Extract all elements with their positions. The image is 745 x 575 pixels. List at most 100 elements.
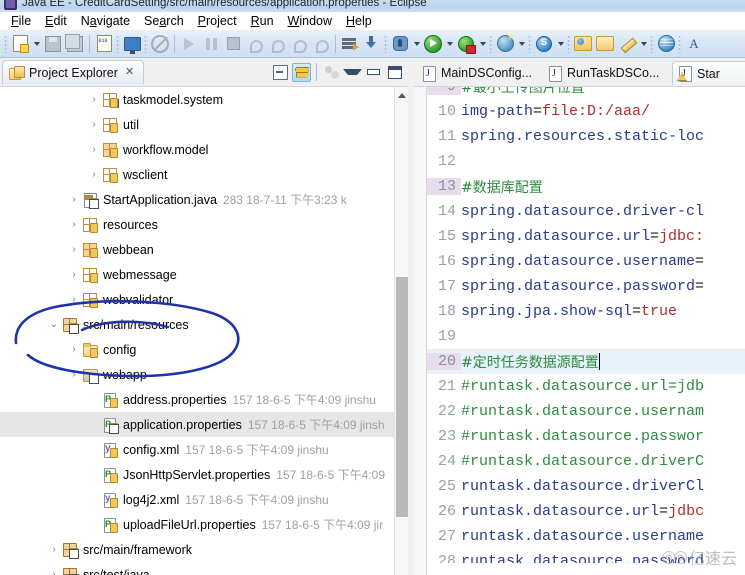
editor-tab[interactable]: MainDSConfig...	[416, 61, 540, 85]
display-selected-button[interactable]	[339, 33, 361, 55]
chevron-right-icon[interactable]	[86, 495, 102, 505]
tree-row[interactable]: › StartApplication.java 283 18-7-11 下午3:23…	[0, 187, 394, 212]
code-line[interactable]: 15 spring.datasource.url=jdbc:	[427, 224, 745, 249]
font-button[interactable]: A	[683, 33, 705, 55]
step-out-button[interactable]	[310, 33, 332, 55]
code-line[interactable]: 10 img-path=file:D:/aaa/	[427, 99, 745, 124]
terminate-button[interactable]	[222, 33, 244, 55]
editor-text-area[interactable]: 9 #最小上传图片位置 10 img-path=file:D:/aaa/11 sprin…	[427, 87, 745, 563]
chevron-right-icon[interactable]: ›	[66, 269, 82, 280]
tree-row[interactable]: › webapp	[0, 362, 394, 387]
code-line[interactable]: 13 #数据库配置	[427, 174, 745, 199]
collapse-all-button[interactable]	[271, 63, 290, 82]
open-console-button[interactable]	[121, 33, 143, 55]
chevron-down-icon[interactable]: ⌄	[46, 319, 62, 330]
save-button[interactable]	[42, 33, 64, 55]
code-line[interactable]: 26 runtask.datasource.url=jdbc	[427, 499, 745, 524]
new-server-dropdown[interactable]	[516, 33, 527, 55]
chevron-right-icon[interactable]: ›	[46, 544, 62, 555]
toolbar-drag-handle-4[interactable]	[384, 34, 388, 53]
run-external-button[interactable]	[455, 33, 477, 55]
chevron-right-icon[interactable]: ›	[66, 244, 82, 255]
editor-marker-ruler[interactable]	[414, 87, 427, 575]
toolbar-drag-handle-6[interactable]	[528, 34, 532, 53]
code-line[interactable]: 18 spring.jpa.show-sql=true	[427, 299, 745, 324]
chevron-right-icon[interactable]: ›	[46, 569, 62, 575]
code-line[interactable]: 12	[427, 149, 745, 174]
tree-row[interactable]: › wsclient	[0, 162, 394, 187]
toolbar-drag-handle-2[interactable]	[116, 34, 120, 53]
close-icon[interactable]: ✕	[125, 67, 134, 78]
save-all-button[interactable]	[64, 33, 86, 55]
tree-row[interactable]: › workflow.model	[0, 137, 394, 162]
minimize-button[interactable]	[364, 63, 383, 82]
chevron-right-icon[interactable]: ›	[86, 119, 102, 130]
project-explorer-scrollbar[interactable]	[394, 87, 408, 575]
annotation-button[interactable]	[616, 33, 638, 55]
menu-navigate[interactable]: Navigate	[74, 13, 137, 29]
editor-body[interactable]: 9 #最小上传图片位置 10 img-path=file:D:/aaa/11 sprin…	[414, 86, 745, 575]
tree-row[interactable]: › util	[0, 112, 394, 137]
new-wizard-dropdown[interactable]	[31, 33, 42, 55]
annotation-dropdown[interactable]	[638, 33, 649, 55]
link-with-editor-button[interactable]	[292, 62, 311, 82]
new-server-button[interactable]	[494, 33, 516, 55]
toolbar-drag-handle-7[interactable]	[567, 34, 571, 53]
tree-row[interactable]: JsonHttpServlet.properties 157 18-6-5 下午4…	[0, 462, 394, 487]
chevron-right-icon[interactable]: ›	[86, 144, 102, 155]
menu-search[interactable]: Search	[137, 13, 191, 29]
editor-tab[interactable]: Star	[672, 61, 745, 85]
view-menu-button[interactable]	[343, 63, 362, 82]
code-line[interactable]: 20 #定时任务数据源配置	[427, 349, 745, 374]
menu-window[interactable]: Window	[281, 13, 339, 29]
tree-row[interactable]: › src/test/java	[0, 562, 394, 575]
toolbar-drag-handle-8[interactable]	[650, 34, 654, 53]
menu-file[interactable]: File	[4, 13, 38, 29]
debug-dropdown[interactable]	[411, 33, 422, 55]
resume-button[interactable]	[178, 33, 200, 55]
tree-row[interactable]: › webmessage	[0, 262, 394, 287]
download-sources-button[interactable]	[361, 33, 383, 55]
tree-row[interactable]: ⌄ src/main/resources	[0, 312, 394, 337]
open-resource-button[interactable]	[594, 33, 616, 55]
code-line[interactable]: 25 runtask.datasource.driverCl	[427, 474, 745, 499]
chevron-right-icon[interactable]: ›	[66, 369, 82, 380]
chevron-right-icon[interactable]	[86, 420, 102, 430]
run-external-dropdown[interactable]	[477, 33, 488, 55]
step-return-button[interactable]	[288, 33, 310, 55]
code-line[interactable]: 19	[427, 324, 745, 349]
tab-project-explorer[interactable]: Project Explorer ✕	[2, 60, 145, 84]
tree-row[interactable]: config.xml 157 18-6-5 下午4:09 jinshu	[0, 437, 394, 462]
code-line[interactable]: 24 #runtask.datasource.driverC	[427, 449, 745, 474]
code-line[interactable]: 9 #最小上传图片位置	[427, 87, 745, 99]
chevron-right-icon[interactable]	[86, 395, 102, 405]
chevron-right-icon[interactable]: ›	[86, 94, 102, 105]
chevron-right-icon[interactable]: ›	[86, 169, 102, 180]
chevron-right-icon[interactable]	[86, 445, 102, 455]
suspend-button[interactable]	[200, 33, 222, 55]
chevron-right-icon[interactable]	[86, 470, 102, 480]
tree-row[interactable]: address.properties 157 18-6-5 下午4:09 jins…	[0, 387, 394, 412]
step-over-button[interactable]	[266, 33, 288, 55]
search-s-button[interactable]	[533, 33, 555, 55]
chevron-right-icon[interactable]	[86, 520, 102, 530]
search-s-dropdown[interactable]	[555, 33, 566, 55]
chevron-right-icon[interactable]: ›	[66, 344, 82, 355]
toolbar-drag-handle-3[interactable]	[144, 34, 148, 53]
code-line[interactable]: 21 #runtask.datasource.url=jdb	[427, 374, 745, 399]
chevron-right-icon[interactable]: ›	[66, 219, 82, 230]
maximize-button[interactable]	[385, 63, 404, 82]
open-binary-button[interactable]	[93, 31, 115, 55]
menu-project[interactable]: Project	[191, 13, 244, 29]
debug-button[interactable]	[389, 33, 411, 55]
code-line[interactable]: 27 runtask.datasource.username	[427, 524, 745, 549]
menu-edit[interactable]: Edit	[38, 13, 74, 29]
editor-tab[interactable]: RunTaskDSCo...	[542, 61, 670, 85]
toolbar-drag-handle-9[interactable]	[678, 34, 682, 53]
code-line[interactable]: 17 spring.datasource.password=	[427, 274, 745, 299]
chevron-right-icon[interactable]: ›	[66, 294, 82, 305]
skip-breakpoints-button[interactable]	[149, 33, 171, 55]
tree-row[interactable]: › webvalidator	[0, 287, 394, 312]
toolbar-drag-handle[interactable]	[4, 34, 8, 53]
code-line[interactable]: 22 #runtask.datasource.usernam	[427, 399, 745, 424]
